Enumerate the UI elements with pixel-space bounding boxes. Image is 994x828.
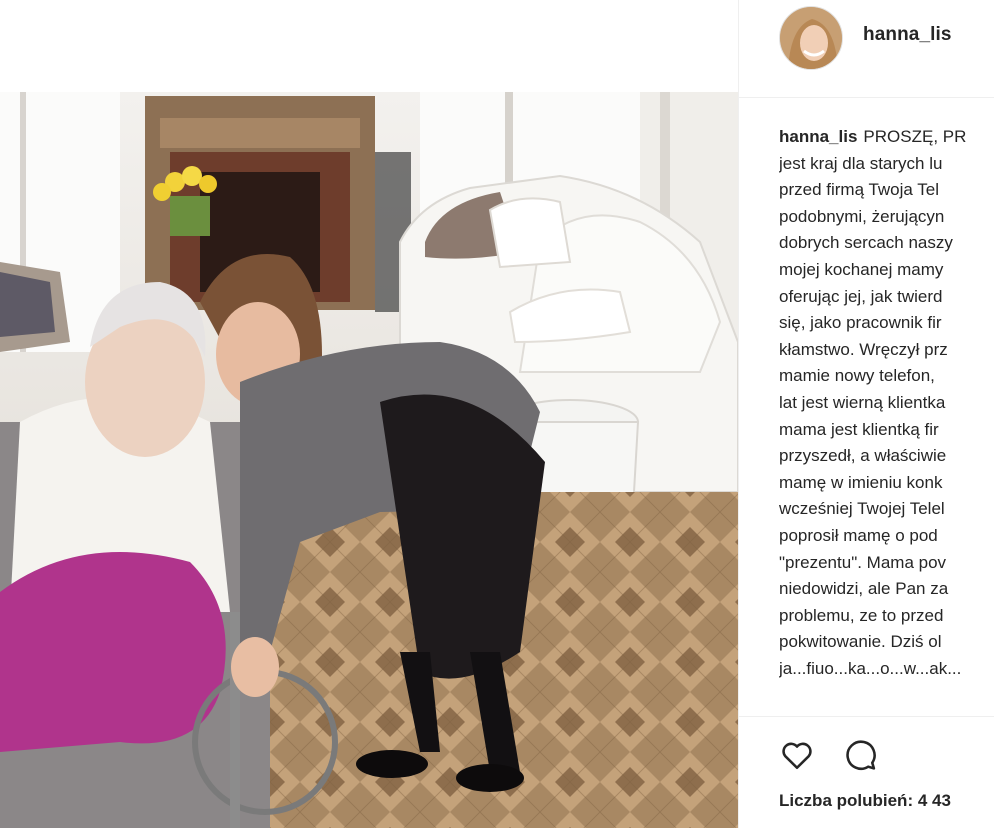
avatar[interactable]: [779, 6, 843, 70]
caption-line: mama jest klientką fir: [779, 419, 939, 439]
comment-bubble-icon: [846, 740, 876, 770]
caption-line: się, jako pracownik fir: [779, 313, 942, 333]
photo-panel: [0, 0, 738, 828]
post-header: hanna_lis: [739, 0, 994, 98]
post-photo[interactable]: [0, 92, 738, 828]
caption-line: "prezentu". Mama pov: [779, 552, 947, 572]
caption-line: mamie nowy telefon,: [779, 366, 935, 386]
caption-line: kłamstwo. Wręczył prz: [779, 339, 948, 359]
like-button[interactable]: [777, 735, 817, 775]
caption-line: podobnymi, żerującyn: [779, 206, 945, 226]
caption-line: jest kraj dla starych lu: [779, 153, 943, 173]
caption-line: przed firmą Twoja Tel: [779, 180, 939, 200]
caption-line: przyszedł, a właściwie: [779, 446, 947, 466]
avatar-image: [780, 7, 842, 69]
heart-icon: [782, 742, 812, 770]
caption-line: hanna_lis PROSZĘ, PR: [779, 124, 994, 151]
caption-text: PROSZĘ, PR: [863, 127, 967, 146]
caption-line: lat jest wierną klientka: [779, 392, 946, 412]
caption-line: niedowidzi, ale Pan za: [779, 579, 949, 599]
caption-username[interactable]: hanna_lis: [779, 127, 857, 146]
post-actions: Liczba polubień: 4 43: [739, 716, 994, 828]
caption-line: ja...fiuo...ka...o...w...ak...: [779, 658, 962, 678]
caption-line: wcześniej Twojej Telel: [779, 499, 945, 519]
post-sidebar: hanna_lis hanna_lis PROSZĘ, PR jest kraj …: [738, 0, 994, 828]
caption-line: mojej kochanej mamy: [779, 259, 944, 279]
caption-line: mamę w imieniu konk: [779, 472, 943, 492]
caption-line: pokwitowanie. Dziś ol: [779, 632, 942, 652]
caption-line: dobrych sercach naszy: [779, 233, 953, 253]
caption-line: poprosił mamę o pod: [779, 525, 938, 545]
caption-line: problemu, ze to przed: [779, 605, 944, 625]
post-caption: hanna_lis PROSZĘ, PR jest kraj dla staryc…: [779, 124, 994, 716]
caption-line: oferując jej, jak twierd: [779, 286, 943, 306]
post-photo-illustration: [0, 92, 738, 828]
comment-button[interactable]: [841, 735, 881, 775]
likes-count[interactable]: Liczba polubień: 4 43: [779, 791, 951, 811]
username[interactable]: hanna_lis: [863, 24, 952, 46]
